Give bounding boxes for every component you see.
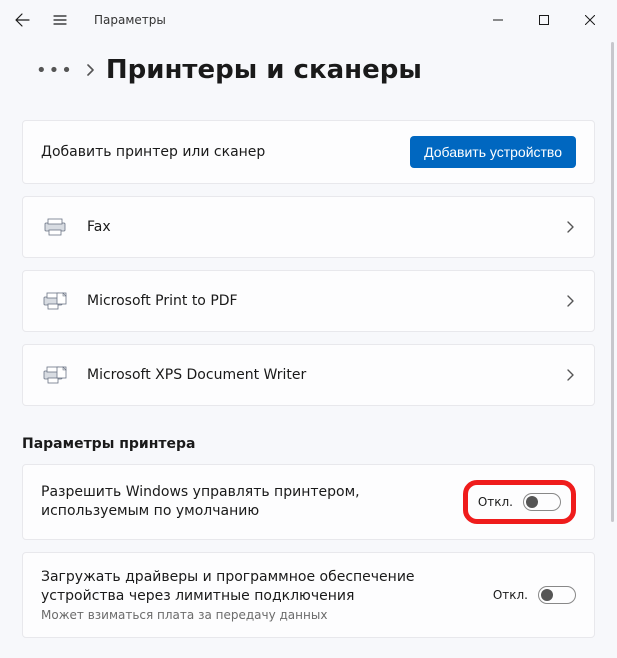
maximize-icon (539, 15, 549, 25)
printer-item-pdf[interactable]: Microsoft Print to PDF (22, 270, 595, 332)
printer-pdf-icon (41, 291, 69, 311)
close-icon (585, 15, 595, 25)
scrollbar[interactable] (611, 42, 614, 522)
app-name: Параметры (94, 13, 166, 27)
printer-xps-icon (41, 365, 69, 385)
option-metered-download: Загружать драйверы и программное обеспеч… (22, 552, 595, 638)
printer-name: Fax (87, 219, 564, 235)
close-button[interactable] (567, 4, 613, 36)
toggle-state-label: Откл. (493, 588, 528, 602)
back-button[interactable] (4, 2, 40, 38)
option-title: Разрешить Windows управлять принтером, и… (41, 483, 453, 521)
menu-button[interactable] (42, 2, 78, 38)
toggle-metered-download[interactable] (538, 586, 576, 604)
fax-icon (41, 218, 69, 236)
breadcrumb: ••• Принтеры и сканеры (22, 40, 595, 100)
option-default-printer: Разрешить Windows управлять принтером, и… (22, 464, 595, 540)
printer-name: Microsoft Print to PDF (87, 293, 564, 309)
chevron-right-icon (564, 369, 576, 381)
page-title: Принтеры и сканеры (106, 55, 422, 85)
breadcrumb-overflow[interactable]: ••• (22, 60, 74, 81)
option-subtitle: Может взиматься плата за передачу данных (41, 608, 483, 622)
chevron-right-icon (84, 64, 96, 76)
section-header: Параметры принтера (22, 436, 595, 452)
printer-item-fax[interactable]: Fax (22, 196, 595, 258)
minimize-icon (493, 15, 503, 25)
window-controls (475, 4, 613, 36)
maximize-button[interactable] (521, 4, 567, 36)
printer-name: Microsoft XPS Document Writer (87, 367, 564, 383)
add-device-button[interactable]: Добавить устройство (410, 136, 576, 168)
toggle-state-label: Откл. (478, 495, 513, 509)
option-title: Загружать драйверы и программное обеспеч… (41, 568, 483, 606)
chevron-right-icon (564, 295, 576, 307)
minimize-button[interactable] (475, 4, 521, 36)
arrow-left-icon (14, 12, 30, 28)
add-device-card: Добавить принтер или сканер Добавить уст… (22, 120, 595, 184)
toggle-default-printer[interactable] (523, 493, 561, 511)
printer-item-xps[interactable]: Microsoft XPS Document Writer (22, 344, 595, 406)
highlight-annotation: Откл. (463, 480, 576, 524)
hamburger-icon (52, 12, 68, 28)
add-device-label: Добавить принтер или сканер (41, 144, 410, 160)
chevron-right-icon (564, 221, 576, 233)
title-bar: Параметры (0, 0, 617, 40)
